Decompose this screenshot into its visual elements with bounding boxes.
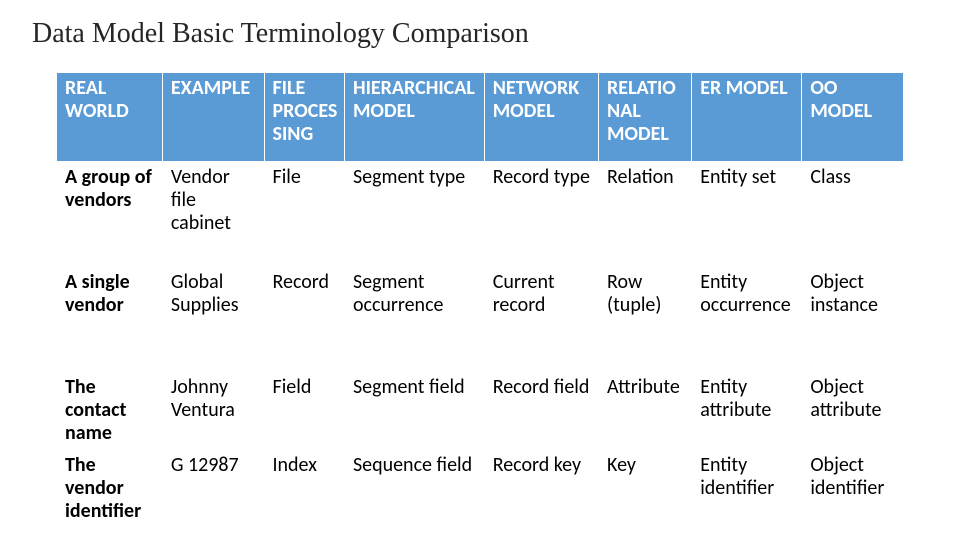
cell: Current record bbox=[484, 267, 598, 372]
row-header: The vendor identifier bbox=[57, 450, 163, 528]
cell: Object identifier bbox=[802, 450, 904, 528]
cell: Record field bbox=[484, 372, 598, 450]
cell: G 12987 bbox=[162, 450, 264, 528]
cell: Segment occurrence bbox=[344, 267, 484, 372]
cell: Class bbox=[802, 162, 904, 267]
cell: File bbox=[264, 162, 344, 267]
cell: Record key bbox=[484, 450, 598, 528]
cell: Record type bbox=[484, 162, 598, 267]
col-header: OO MODEL bbox=[802, 73, 904, 162]
cell: Global Supplies bbox=[162, 267, 264, 372]
cell: Johnny Ventura bbox=[162, 372, 264, 450]
table-row: The vendor identifier G 12987 Index Sequ… bbox=[57, 450, 904, 528]
cell: Row (tuple) bbox=[599, 267, 692, 372]
table-row: The contact name Johnny Ventura Field Se… bbox=[57, 372, 904, 450]
col-header: FILE PROCESSING bbox=[264, 73, 344, 162]
slide: Data Model Basic Terminology Comparison … bbox=[0, 0, 960, 540]
cell: Index bbox=[264, 450, 344, 528]
table-container: REAL WORLD EXAMPLE FILE PROCESSING HIERA… bbox=[28, 72, 932, 528]
cell: Key bbox=[599, 450, 692, 528]
col-header: NETWORK MODEL bbox=[484, 73, 598, 162]
cell: Record bbox=[264, 267, 344, 372]
cell: Entity identifier bbox=[692, 450, 802, 528]
cell: Field bbox=[264, 372, 344, 450]
col-header: RELATIONAL MODEL bbox=[599, 73, 692, 162]
cell: Relation bbox=[599, 162, 692, 267]
cell: Object attribute bbox=[802, 372, 904, 450]
cell: Entity set bbox=[692, 162, 802, 267]
cell: Vendor file cabinet bbox=[162, 162, 264, 267]
table-row: A group of vendors Vendor file cabinet F… bbox=[57, 162, 904, 267]
cell: Sequence field bbox=[344, 450, 484, 528]
comparison-table: REAL WORLD EXAMPLE FILE PROCESSING HIERA… bbox=[56, 72, 904, 528]
row-header: A single vendor bbox=[57, 267, 163, 372]
col-header: HIERARCHICAL MODEL bbox=[344, 73, 484, 162]
cell: Entity attribute bbox=[692, 372, 802, 450]
page-title: Data Model Basic Terminology Comparison bbox=[32, 18, 932, 50]
row-header: The contact name bbox=[57, 372, 163, 450]
col-header: REAL WORLD bbox=[57, 73, 163, 162]
cell: Segment type bbox=[344, 162, 484, 267]
col-header: EXAMPLE bbox=[162, 73, 264, 162]
table-header-row: REAL WORLD EXAMPLE FILE PROCESSING HIERA… bbox=[57, 73, 904, 162]
col-header: ER MODEL bbox=[692, 73, 802, 162]
row-header: A group of vendors bbox=[57, 162, 163, 267]
cell: Object instance bbox=[802, 267, 904, 372]
table-row: A single vendor Global Supplies Record S… bbox=[57, 267, 904, 372]
cell: Segment field bbox=[344, 372, 484, 450]
cell: Attribute bbox=[599, 372, 692, 450]
cell: Entity occurrence bbox=[692, 267, 802, 372]
